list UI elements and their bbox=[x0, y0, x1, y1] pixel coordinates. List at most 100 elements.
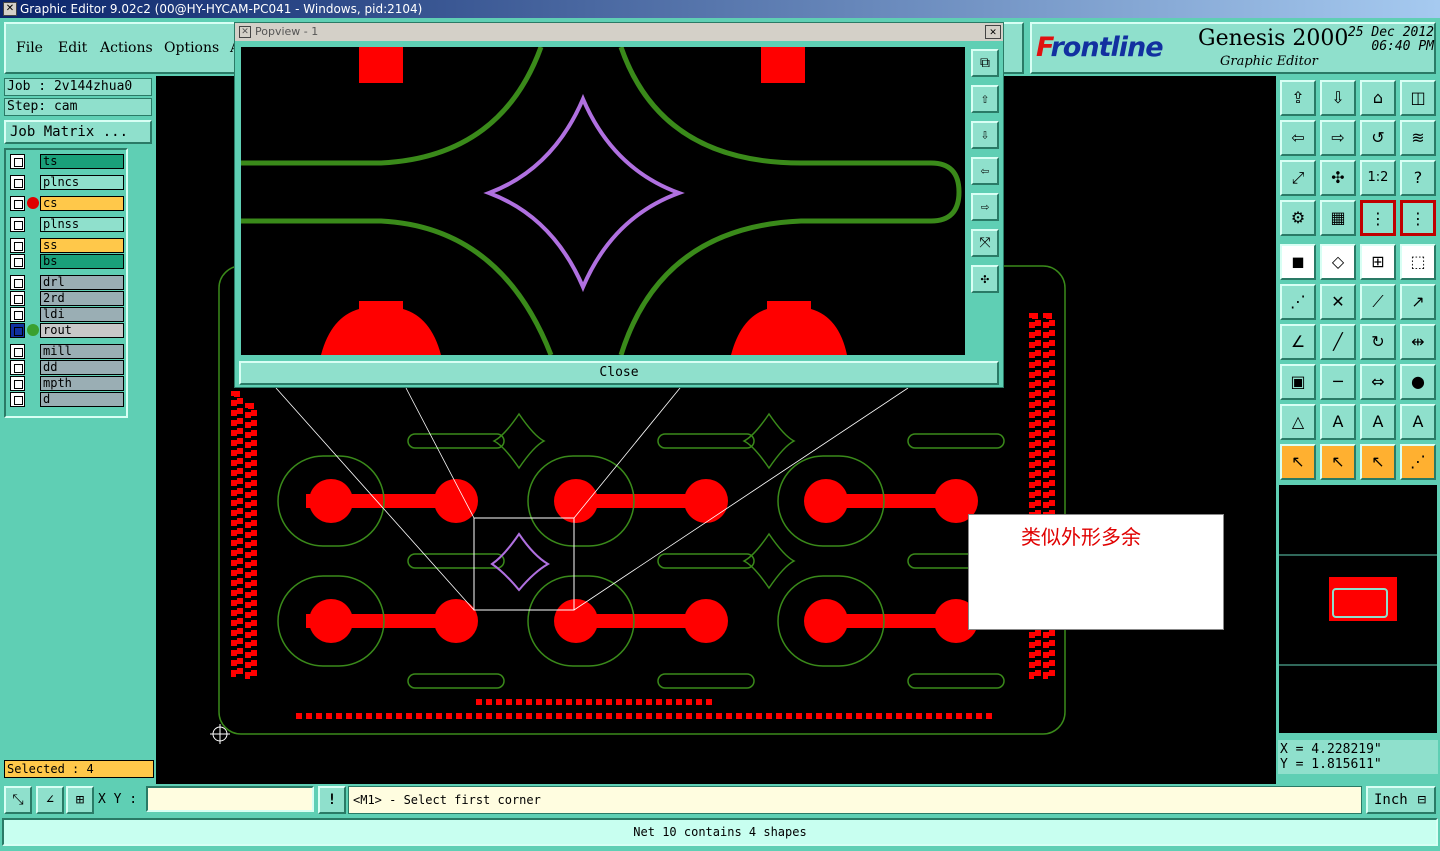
layer-drl[interactable]: drl bbox=[10, 275, 128, 290]
popview-pan-right-icon[interactable]: ⇨ bbox=[971, 193, 999, 221]
text-a-edit-icon[interactable]: A bbox=[1400, 404, 1436, 440]
home-icon[interactable]: ⌂ bbox=[1360, 80, 1396, 116]
layer-checkbox[interactable] bbox=[10, 392, 25, 407]
mirror-icon[interactable]: ⇹ bbox=[1400, 324, 1436, 360]
pointer-select-icon[interactable]: ↖ bbox=[1360, 444, 1396, 480]
layer-checkbox[interactable] bbox=[10, 196, 25, 211]
split-view-icon[interactable]: ◫ bbox=[1400, 80, 1436, 116]
selected-feature[interactable] bbox=[490, 532, 551, 592]
layer-2rd[interactable]: 2rd bbox=[10, 291, 128, 306]
app-icon: ✕ bbox=[3, 2, 17, 16]
pointer-box-icon[interactable]: ↖ bbox=[1320, 444, 1356, 480]
layer-checkbox[interactable] bbox=[10, 360, 25, 375]
menu-edit[interactable]: Edit bbox=[58, 40, 87, 56]
pointer-icon[interactable]: ↖ bbox=[1280, 444, 1316, 480]
alert-icon[interactable]: ! bbox=[318, 786, 346, 814]
fill-mode-icon[interactable]: ◼ bbox=[1280, 244, 1316, 280]
zoom-out-icon[interactable]: ⤢ bbox=[1280, 160, 1316, 196]
angle-icon[interactable]: ∠ bbox=[1280, 324, 1316, 360]
select-box-icon[interactable]: ⬚ bbox=[1400, 244, 1436, 280]
layer-checkbox[interactable] bbox=[10, 254, 25, 269]
connect-icon[interactable]: ⋰ bbox=[1280, 284, 1316, 320]
zoom-in-icon[interactable]: ✣ bbox=[1320, 160, 1356, 196]
grid-icon[interactable]: ▦ bbox=[1320, 200, 1356, 236]
menu-actions[interactable]: Actions bbox=[100, 40, 153, 56]
resize-icon[interactable]: ⤡ bbox=[4, 786, 32, 814]
move-icon[interactable]: ⇔ bbox=[1360, 364, 1396, 400]
layer-dd[interactable]: dd bbox=[10, 360, 128, 375]
popview-pan-up-icon[interactable]: ⇧ bbox=[971, 85, 999, 113]
job-name: Job : 2v144zhua0 bbox=[4, 78, 152, 96]
popview-zoom-in-icon[interactable]: ⤧ bbox=[971, 229, 999, 257]
layer-plnss[interactable]: plnss bbox=[10, 217, 128, 232]
layer-ts[interactable]: ts bbox=[10, 154, 128, 169]
pan-right-icon[interactable]: ⇨ bbox=[1320, 120, 1356, 156]
layer-checkbox[interactable] bbox=[10, 275, 25, 290]
minimap[interactable] bbox=[1278, 484, 1438, 734]
shapes-icon[interactable]: ● bbox=[1400, 364, 1436, 400]
layer-checkbox[interactable] bbox=[10, 238, 25, 253]
right-toolbar: ⇪ ⇩ ⌂ ◫ ⇦ ⇨ ↺ ≋ ⤢ ✣ 1:2 ? ⚙ ▦ ⋮ ⋮ ◼ ◇ ⊞ … bbox=[1276, 76, 1440, 784]
text-a-alt-icon[interactable]: A bbox=[1360, 404, 1396, 440]
dropdown-icon: ⊟ bbox=[1417, 792, 1426, 808]
tools-icon[interactable]: ⚙ bbox=[1280, 200, 1316, 236]
help-icon[interactable]: ? bbox=[1400, 160, 1436, 196]
menu-file[interactable]: File bbox=[16, 40, 43, 56]
status-bar: Net 10 contains 4 shapes bbox=[2, 818, 1438, 846]
layer-checkbox[interactable] bbox=[10, 376, 25, 391]
menu-options[interactable]: Options bbox=[164, 40, 219, 56]
copper-features bbox=[306, 368, 978, 643]
popview-close-icon[interactable]: ✕ bbox=[985, 25, 1001, 39]
cross-icon[interactable]: ✕ bbox=[1320, 284, 1356, 320]
layer-checkbox[interactable] bbox=[10, 217, 25, 232]
xy-input[interactable] bbox=[146, 786, 314, 812]
job-matrix-button[interactable]: Job Matrix ... bbox=[4, 120, 152, 144]
redraw-icon[interactable]: ≋ bbox=[1400, 120, 1436, 156]
zoom-down-icon[interactable]: ⇩ bbox=[1320, 80, 1356, 116]
snap-icon[interactable]: ⋮ bbox=[1360, 200, 1396, 236]
layer-checkbox[interactable] bbox=[10, 307, 25, 322]
layer-ldi[interactable]: ldi bbox=[10, 307, 128, 322]
text-a-icon[interactable]: A bbox=[1320, 404, 1356, 440]
popview-zoom-out-icon[interactable]: ✣ bbox=[971, 265, 999, 293]
layer-rout[interactable]: rout bbox=[10, 323, 128, 338]
step-name: Step: cam bbox=[4, 98, 152, 116]
measure-icon[interactable]: ⊞ bbox=[1360, 244, 1396, 280]
layer-checkbox[interactable] bbox=[10, 323, 25, 338]
zoom-rout-outlines bbox=[241, 47, 962, 355]
grid-snap-icon[interactable]: ⊞ bbox=[66, 786, 94, 814]
popview-close-button[interactable]: Close bbox=[239, 361, 999, 385]
undo-view-icon[interactable]: ↺ bbox=[1360, 120, 1396, 156]
pad-icon[interactable]: ▣ bbox=[1280, 364, 1316, 400]
popview-pan-left-icon[interactable]: ⇦ bbox=[971, 157, 999, 185]
scale-one-to-two-icon[interactable]: 1:2 bbox=[1360, 160, 1396, 196]
layer-mpth[interactable]: mpth bbox=[10, 376, 128, 391]
line-node-icon[interactable]: ⟋ bbox=[1360, 284, 1396, 320]
pan-left-icon[interactable]: ⇦ bbox=[1280, 120, 1316, 156]
snap-toggle-icon[interactable]: ⋮ bbox=[1400, 200, 1436, 236]
triangle-icon[interactable]: △ bbox=[1280, 404, 1316, 440]
popview-zoom-fit-icon[interactable]: ⧉ bbox=[971, 49, 999, 77]
zoom-home-icon[interactable]: ⇪ bbox=[1280, 80, 1316, 116]
layer-mill[interactable]: mill bbox=[10, 344, 128, 359]
zoom-selected-feature[interactable] bbox=[483, 93, 685, 293]
layer-cs[interactable]: cs bbox=[10, 196, 128, 211]
layer-d[interactable]: d bbox=[10, 392, 128, 407]
line-icon[interactable]: ─ bbox=[1320, 364, 1356, 400]
layer-checkbox[interactable] bbox=[10, 344, 25, 359]
layer-checkbox[interactable] bbox=[10, 175, 25, 190]
slash-icon[interactable]: ╱ bbox=[1320, 324, 1356, 360]
layer-plncs[interactable]: plncs bbox=[10, 175, 128, 190]
outline-mode-icon[interactable]: ◇ bbox=[1320, 244, 1356, 280]
layer-checkbox[interactable] bbox=[10, 154, 25, 169]
popview-pan-down-icon[interactable]: ⇩ bbox=[971, 121, 999, 149]
popview-canvas[interactable] bbox=[241, 47, 965, 355]
layer-bs[interactable]: bs bbox=[10, 254, 128, 269]
unit-selector[interactable]: Inch ⊟ bbox=[1366, 786, 1436, 814]
layer-checkbox[interactable] bbox=[10, 291, 25, 306]
layer-ss[interactable]: ss bbox=[10, 238, 128, 253]
arc-icon[interactable]: ↻ bbox=[1360, 324, 1396, 360]
line-arrow-icon[interactable]: ↗ bbox=[1400, 284, 1436, 320]
angle-snap-icon[interactable]: ∠ bbox=[36, 786, 64, 814]
pointer-net-icon[interactable]: ⋰ bbox=[1400, 444, 1436, 480]
